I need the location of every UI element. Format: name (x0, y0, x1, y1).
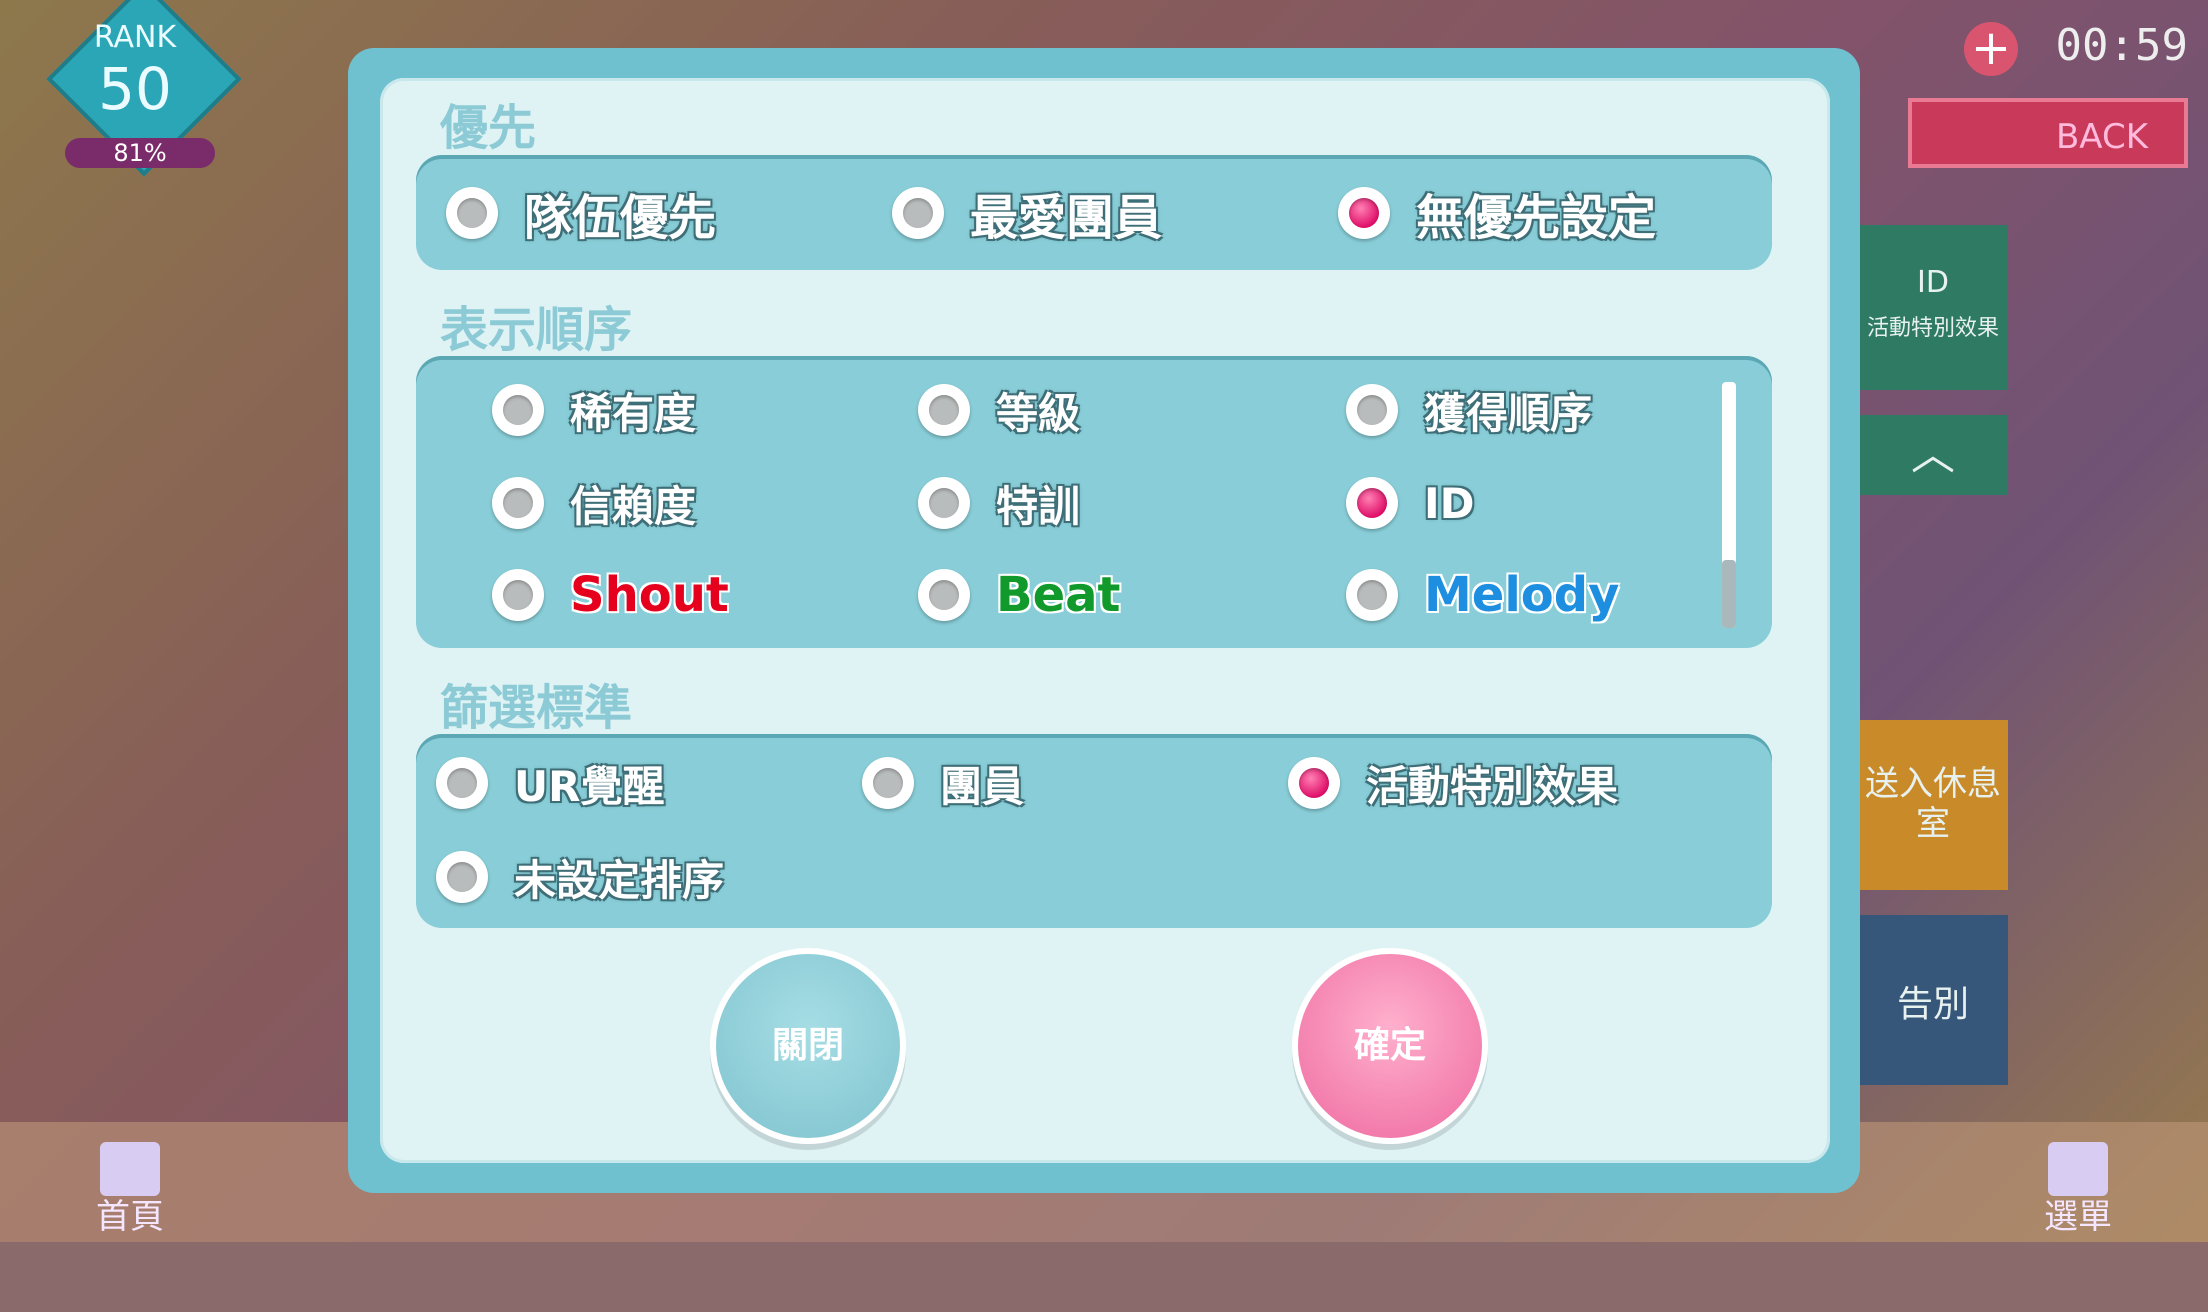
option-label: 未設定排序 (514, 855, 725, 905)
radio-order-id[interactable]: ID (1346, 468, 1475, 538)
radio-icon (918, 384, 970, 436)
radio-icon (436, 851, 488, 903)
add-stamina-button[interactable]: + (1964, 22, 2018, 76)
radio-filter-member[interactable]: 團員 (862, 748, 1024, 818)
option-label: UR覺醒 (514, 761, 665, 811)
send-to-rest-button[interactable]: 送入休息室 (1858, 720, 2008, 890)
radio-icon (918, 569, 970, 621)
radio-filter-event-bonus[interactable]: 活動特別效果 (1288, 748, 1618, 818)
radio-icon (436, 757, 488, 809)
close-button[interactable]: 關閉 (710, 948, 906, 1144)
option-label: 最愛團員 (970, 190, 1163, 246)
home-icon (100, 1142, 160, 1196)
radio-icon (492, 569, 544, 621)
order-section-title: 表示順序 (440, 302, 633, 358)
option-label: 隊伍優先 (524, 190, 717, 246)
radio-order-level[interactable]: 等級 (918, 375, 1080, 445)
nav-home[interactable]: 首頁 (30, 1122, 230, 1242)
radio-priority-none[interactable]: 無優先設定 (1338, 178, 1656, 248)
option-label: 稀有度 (570, 388, 697, 438)
radio-order-acquired[interactable]: 獲得順序 (1346, 375, 1592, 445)
order-scrollbar-thumb[interactable] (1722, 560, 1736, 628)
option-label: 獲得順序 (1424, 388, 1593, 438)
option-label: 等級 (996, 388, 1081, 438)
rank-value: 50 (98, 55, 172, 123)
radio-priority-team[interactable]: 隊伍優先 (446, 178, 716, 248)
option-label: Melody (1424, 567, 1620, 623)
option-label: Beat (996, 567, 1121, 623)
sort-key-label: ID (1917, 265, 1949, 300)
radio-icon (862, 757, 914, 809)
option-label: ID (1424, 478, 1475, 528)
sort-direction-button[interactable]: ︿ (1858, 415, 2008, 495)
sort-key-button[interactable]: ID 活動特別效果 (1858, 225, 2008, 390)
radio-icon (918, 477, 970, 529)
radio-order-melody[interactable]: Melody (1346, 560, 1619, 630)
option-label: 活動特別效果 (1366, 761, 1619, 811)
radio-order-shout[interactable]: Shout (492, 560, 729, 630)
option-label: 無優先設定 (1416, 190, 1657, 246)
radio-filter-ur-awakened[interactable]: UR覺醒 (436, 748, 664, 818)
confirm-button[interactable]: 確定 (1292, 948, 1488, 1144)
radio-order-bond[interactable]: 信賴度 (492, 468, 696, 538)
nav-menu-label: 選單 (2044, 1197, 2112, 1237)
menu-list-icon (2048, 1142, 2108, 1196)
back-button[interactable]: BACK (1908, 98, 2188, 168)
rank-badge: RANK 50 81% (40, 0, 242, 180)
radio-icon (1346, 384, 1398, 436)
nav-home-label: 首頁 (96, 1197, 164, 1237)
nav-menu[interactable]: 選單 (1978, 1122, 2178, 1242)
filter-key-label: 活動特別效果 (1866, 316, 1999, 341)
clock: 00:59 (2055, 20, 2188, 71)
option-label: 團員 (940, 761, 1025, 811)
radio-icon (492, 384, 544, 436)
rank-progress: 81% (65, 138, 215, 168)
option-label: 信賴度 (570, 481, 697, 531)
radio-order-training[interactable]: 特訓 (918, 468, 1080, 538)
radio-icon (446, 187, 498, 239)
rank-label: RANK (93, 20, 177, 55)
radio-icon (492, 477, 544, 529)
radio-priority-favorite[interactable]: 最愛團員 (892, 178, 1162, 248)
radio-icon (1346, 477, 1398, 529)
option-label: Shout (570, 567, 729, 623)
chevron-up-icon: ︿ (1911, 429, 1955, 480)
radio-icon (892, 187, 944, 239)
option-label: 特訓 (996, 481, 1081, 531)
filter-section-title: 篩選標準 (440, 680, 633, 736)
radio-order-beat[interactable]: Beat (918, 560, 1120, 630)
radio-icon (1346, 569, 1398, 621)
radio-icon (1288, 757, 1340, 809)
farewell-button[interactable]: 告別 (1858, 915, 2008, 1085)
radio-filter-unset[interactable]: 未設定排序 (436, 842, 724, 912)
priority-section-title: 優先 (440, 100, 537, 156)
radio-order-rarity[interactable]: 稀有度 (492, 375, 696, 445)
radio-icon (1338, 187, 1390, 239)
